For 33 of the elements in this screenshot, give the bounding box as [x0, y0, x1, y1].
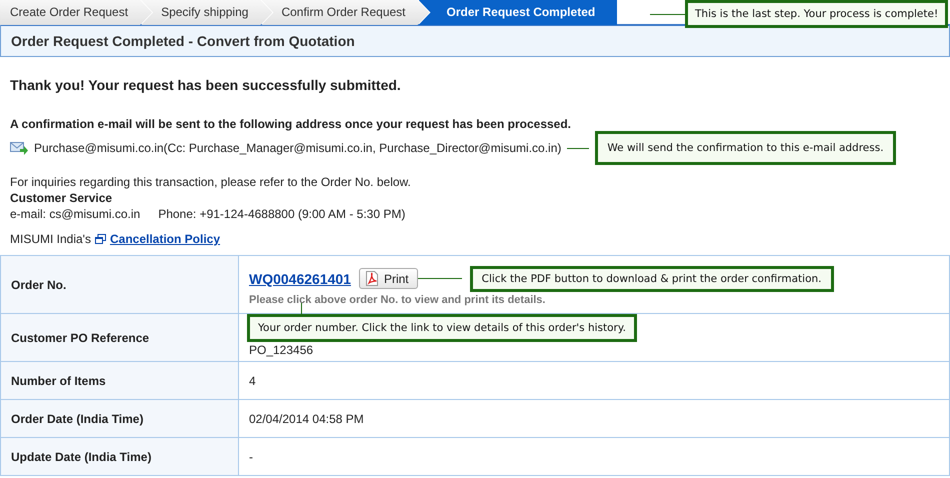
new-window-icon: [94, 234, 106, 244]
contact-email: e-mail: cs@misumi.co.in: [10, 206, 140, 222]
hint-text: Please click above order No. to view and print its details.: [249, 294, 546, 306]
leader-line: [301, 302, 302, 314]
cancellation-policy-link[interactable]: Cancellation Policy: [110, 231, 220, 247]
field-value: 4: [238, 362, 950, 400]
section-title: Customer Service: [10, 190, 114, 206]
tooltip-callout: We will send the confirmation to this e-mail address.: [595, 131, 896, 165]
thanks-message: Thank you! Your request has been successfully submitted.: [10, 77, 402, 93]
step-tab[interactable]: Specify shipping: [141, 0, 272, 25]
step-tab[interactable]: Create Order Request: [0, 0, 152, 25]
field-label: Update Date (India Time): [0, 438, 238, 476]
field-label: Customer PO Reference: [0, 314, 238, 362]
field-label: Order Date (India Time): [0, 400, 238, 438]
tooltip-callout: Your order number. Click the link to view details of this order's history.: [247, 314, 637, 342]
order-number-link[interactable]: WQ0046261401: [249, 270, 351, 286]
email-addresses: Purchase@misumi.co.in(Cc: Purchase_Manager@misumi.co.in, Purchase_Director@misumi.co.in): [34, 140, 562, 156]
inquiry-text: For inquiries regarding this transaction, please refer to the Order No. below.: [10, 174, 412, 190]
field-label: Number of Items: [0, 362, 238, 400]
field-label: Order No.: [0, 256, 238, 314]
pdf-icon: [364, 271, 379, 286]
field-value: -: [238, 438, 950, 476]
tooltip-callout: This is the last step. Your process is complete!: [685, 0, 948, 28]
page-header: Order Request Completed - Convert from Quotation: [0, 24, 950, 57]
mail-icon: [10, 141, 28, 155]
policy-text: MISUMI India's: [10, 231, 91, 247]
print-button[interactable]: Print: [358, 268, 418, 289]
step-tab[interactable]: Confirm Order Request: [261, 0, 430, 25]
tooltip-callout: Click the PDF button to download & print the order confirmation.: [470, 266, 834, 292]
field-value: 02/04/2014 04:58 PM: [238, 400, 950, 438]
confirmation-text: A confirmation e-mail will be sent to the following address once your request has been processed.: [10, 117, 572, 131]
contact-phone: Phone: +91-124-4688800 (9:00 AM - 5:30 PM): [158, 206, 406, 222]
step-tab[interactable]: Order Request Completed: [418, 0, 618, 25]
